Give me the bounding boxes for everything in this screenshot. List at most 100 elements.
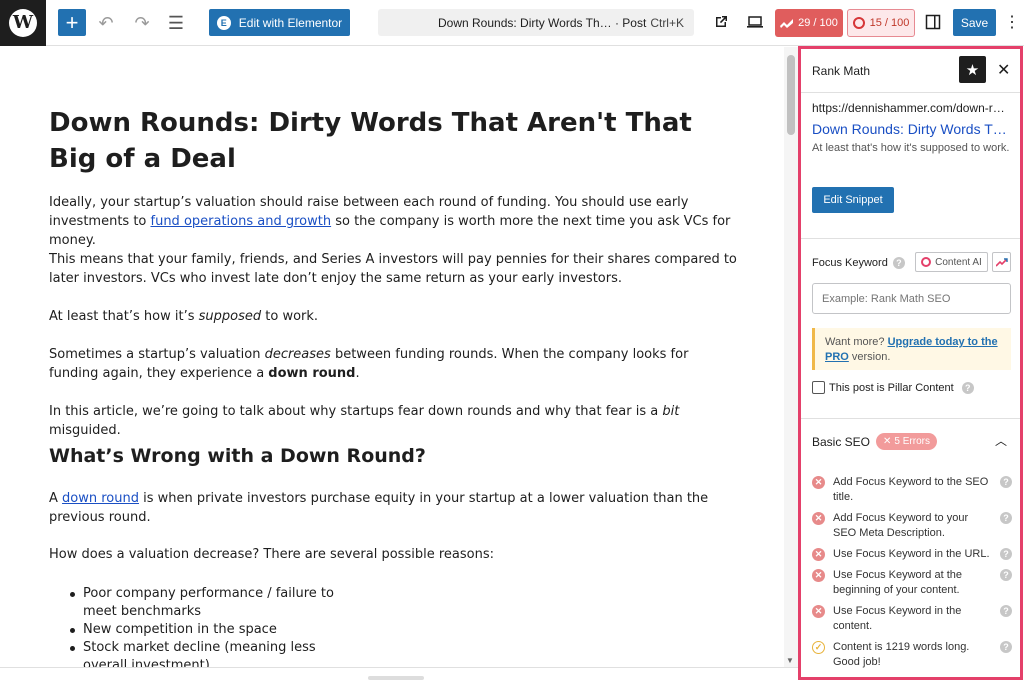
- p4-text-end: .: [355, 366, 360, 381]
- list-item: ✓ Content is 1219 words long. Good job!?: [812, 640, 1012, 670]
- help-icon[interactable]: ?: [961, 381, 974, 394]
- more-options-icon[interactable]: ⋮: [1004, 11, 1020, 33]
- seo-score-button[interactable]: 29 / 100: [775, 9, 843, 37]
- edit-snippet-button[interactable]: Edit Snippet: [812, 187, 894, 213]
- close-icon[interactable]: ✕: [997, 60, 1010, 80]
- section-heading[interactable]: What’s Wrong with a Down Round?: [49, 443, 426, 469]
- check-text: Use Focus Keyword at the beginning of yo…: [833, 569, 963, 596]
- paragraph-2[interactable]: This means that your family, friends, an…: [49, 250, 739, 288]
- focus-keyword-text: Focus Keyword: [812, 257, 888, 269]
- snippet-description: At least that's how it's supposed to wor…: [812, 142, 1010, 154]
- editor-canvas[interactable]: Down Rounds: Dirty Words That Aren't Tha…: [0, 47, 784, 667]
- seo-checks-list: ✕ Add Focus Keyword to the SEO title.? ✕ A…: [812, 475, 1012, 676]
- preview-device-icon[interactable]: [744, 11, 766, 33]
- paragraph-3[interactable]: At least that’s how it’s supposed to wor…: [49, 307, 739, 326]
- error-icon: ✕: [812, 476, 825, 489]
- content-score-button[interactable]: 15 / 100: [847, 9, 915, 37]
- p3-text-end: to work.: [261, 309, 319, 324]
- paragraph-6[interactable]: A down round is when private investors p…: [49, 489, 739, 527]
- view-post-icon[interactable]: [710, 11, 732, 33]
- list-item: ✕ Add Focus Keyword to your SEO Meta Desc…: [812, 511, 1012, 541]
- help-icon[interactable]: ?: [1000, 476, 1012, 488]
- redo-icon[interactable]: ↷: [130, 11, 154, 35]
- pillar-content-option[interactable]: This post is Pillar Content ?: [812, 381, 974, 394]
- divider: [801, 238, 1020, 239]
- resize-handle[interactable]: [368, 676, 424, 680]
- focus-keyword-label: Focus Keyword ?: [812, 257, 905, 269]
- upgrade-notice: Want more? Upgrade today to the PRO vers…: [812, 328, 1011, 370]
- edit-with-elementor-button[interactable]: E Edit with Elementor: [209, 9, 350, 36]
- p4-text: Sometimes a startup’s valuation: [49, 347, 265, 362]
- p3-text: At least that’s how it’s: [49, 309, 199, 324]
- trends-icon[interactable]: [992, 252, 1011, 272]
- p5-text: In this article, we’re going to talk abo…: [49, 404, 663, 419]
- error-icon: ✕: [812, 569, 825, 582]
- focus-keyword-input[interactable]: [812, 283, 1011, 314]
- paragraph-5[interactable]: In this article, we’re going to talk abo…: [49, 402, 739, 440]
- help-icon[interactable]: ?: [1000, 569, 1012, 581]
- p5-emphasis: bit: [662, 404, 680, 419]
- snippet-url: https://dennishammer.com/down-r…: [812, 101, 1005, 115]
- help-icon[interactable]: ?: [892, 257, 905, 269]
- paragraph-7[interactable]: How does a valuation decrease? There are…: [49, 545, 739, 564]
- p5-text-end: misguided.: [49, 423, 121, 438]
- help-icon[interactable]: ?: [1000, 548, 1012, 560]
- paragraph-1[interactable]: Ideally, your startup’s valuation should…: [49, 193, 739, 250]
- divider: [801, 418, 1020, 419]
- help-icon[interactable]: ?: [1000, 641, 1012, 653]
- check-text: Add Focus Keyword to the SEO title.: [833, 476, 989, 503]
- seo-score-value: 29 / 100: [798, 17, 838, 29]
- list-item: ✕ Use Focus Keyword at the beginning of y…: [812, 568, 1012, 598]
- basic-seo-title: Basic SEO: [812, 434, 871, 449]
- rank-math-panel: Rank Math ★ ✕ https://dennishammer.com/d…: [798, 46, 1023, 680]
- pillar-content-label: This post is Pillar Content: [829, 381, 954, 394]
- help-icon[interactable]: ?: [1000, 605, 1012, 617]
- editor-toolbar: W + ↶ ↷ ☰ E Edit with Elementor Down Rou…: [0, 0, 1024, 46]
- scroll-down-icon[interactable]: ▼: [786, 656, 794, 665]
- pillar-content-checkbox[interactable]: [812, 381, 825, 394]
- command-title: Down Rounds: Dirty Words Th… · Post: [438, 16, 647, 30]
- p6-text-end: is when private investors purchase equit…: [49, 491, 709, 525]
- check-text: Use Focus Keyword in the content.: [833, 605, 962, 632]
- post-title[interactable]: Down Rounds: Dirty Words That Aren't Tha…: [49, 105, 739, 177]
- list-view-icon[interactable]: ☰: [164, 11, 188, 35]
- scrollbar-thumb[interactable]: [787, 55, 795, 135]
- p4-strong: down round: [268, 366, 356, 381]
- command-palette-bar[interactable]: Down Rounds: Dirty Words Th… · Post Ctrl…: [378, 9, 694, 36]
- help-icon[interactable]: ?: [1000, 512, 1012, 524]
- list-item: New competition in the space: [70, 621, 343, 639]
- p6-text: A: [49, 491, 63, 506]
- wordpress-icon: W: [9, 8, 37, 37]
- errors-badge: ✕ 5 Errors: [876, 433, 937, 450]
- save-button[interactable]: Save: [953, 9, 996, 36]
- content-ai-label: Content AI: [935, 256, 982, 268]
- error-icon: ✕: [812, 548, 825, 561]
- check-text: Content is 1219 words long. Good job!: [833, 641, 970, 668]
- paragraph-4[interactable]: Sometimes a startup’s valuation decrease…: [49, 345, 739, 383]
- content-ai-icon: [852, 17, 865, 29]
- rank-math-header: Rank Math ★ ✕: [801, 49, 1020, 93]
- settings-sidebar-icon[interactable]: [922, 11, 944, 33]
- elementor-label: Edit with Elementor: [238, 15, 343, 30]
- editor-scrollbar[interactable]: ▼: [784, 47, 798, 667]
- content-ai-button[interactable]: Content AI: [915, 252, 988, 272]
- wordpress-logo[interactable]: W: [0, 0, 46, 46]
- star-icon[interactable]: ★: [959, 56, 986, 83]
- chevron-up-icon[interactable]: ︿: [995, 432, 1007, 449]
- down-round-link[interactable]: down round: [62, 491, 139, 506]
- list-item: ✕ Add Focus Keyword to the SEO title.?: [812, 475, 1012, 505]
- add-block-button[interactable]: +: [58, 9, 86, 36]
- list-item: ✕ Use Focus Keyword in the URL.?: [812, 547, 1012, 562]
- upgrade-text: Want more?: [825, 336, 888, 348]
- upgrade-text-end: version.: [848, 351, 891, 363]
- fund-operations-link[interactable]: fund operations and growth: [151, 214, 332, 229]
- elementor-icon: E: [216, 15, 231, 30]
- reasons-list[interactable]: Poor company performance / failure to me…: [70, 585, 343, 667]
- content-score-value: 15 / 100: [869, 17, 910, 29]
- rank-math-icon: [780, 19, 794, 28]
- error-icon: ✕: [812, 605, 825, 618]
- serp-snippet-preview: https://dennishammer.com/down-r… Down Ro…: [812, 101, 1012, 156]
- basic-seo-header[interactable]: Basic SEO ✕ 5 Errors: [812, 433, 937, 450]
- editor-footer: [0, 667, 798, 682]
- undo-icon[interactable]: ↶: [94, 11, 118, 35]
